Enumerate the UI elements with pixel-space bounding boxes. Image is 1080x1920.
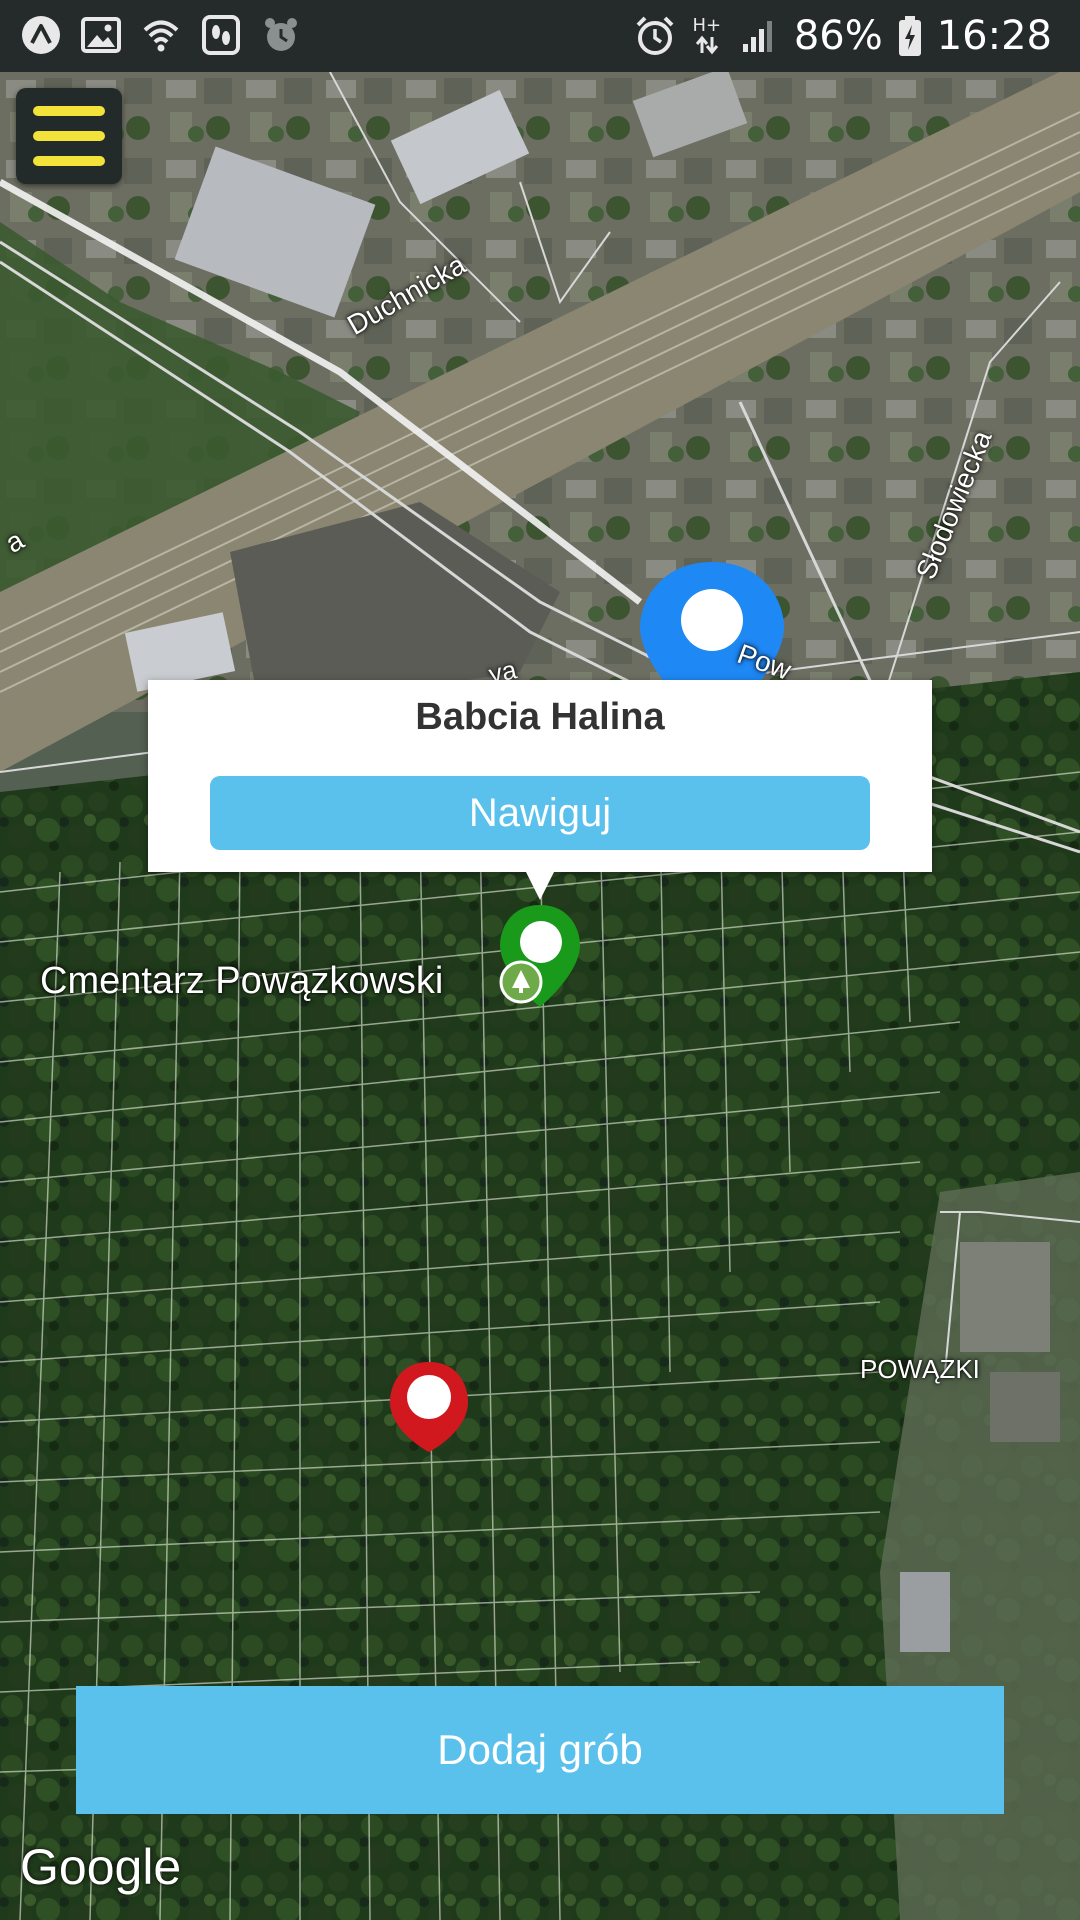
battery-percent: 86% (793, 13, 883, 59)
navigate-button[interactable]: Nawiguj (210, 776, 870, 850)
popup-title: Babcia Halina (415, 696, 665, 738)
steps-icon (200, 14, 242, 56)
battery-charging-icon (897, 15, 923, 57)
clock-time: 16:28 (936, 13, 1052, 59)
status-right-icons: H+ 86% 16:28 (634, 10, 1052, 62)
add-grave-button[interactable]: Dodaj grób (76, 1686, 1004, 1814)
menu-button[interactable] (16, 88, 122, 184)
data-transfer-icon: H+ (690, 15, 724, 57)
app-launcher-icon (20, 14, 62, 56)
status-bar: H+ 86% 16:28 (0, 0, 1080, 72)
status-left-icons (20, 14, 302, 56)
wifi-icon (140, 14, 182, 56)
image-icon (80, 14, 122, 56)
park-icon (499, 960, 543, 1004)
network-type-label: H+ (692, 15, 722, 36)
google-attribution-logo: Google (20, 1839, 182, 1895)
alarm-app-icon (260, 14, 302, 56)
map-view[interactable]: Duchnicka Słodowiecka a ya Pow Cmentarz … (0, 72, 1080, 1920)
signal-icon (738, 15, 780, 57)
alarm-clock-icon (634, 15, 676, 57)
place-label-cemetery: Cmentarz Powązkowski (40, 960, 444, 1002)
marker-info-popup: Babcia Halina Nawiguj (148, 680, 932, 900)
place-label-district: POWĄZKI (860, 1354, 980, 1384)
app-screen: H+ 86% 16:28 Duchnicka Słodowiecka a ya … (0, 0, 1080, 1920)
